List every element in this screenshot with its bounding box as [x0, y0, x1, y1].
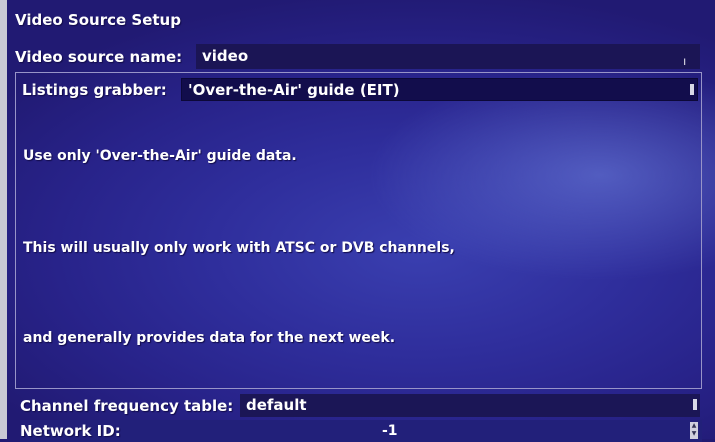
help-text-line: This will usually only work with ATSC or… [23, 240, 455, 256]
text-cursor-icon: I [683, 58, 686, 68]
channel-frequency-table-label: Channel frequency table: [20, 397, 234, 415]
help-text-line: Use only 'Over-the-Air' guide data. [23, 148, 297, 164]
listings-grabber-select[interactable]: 'Over-the-Air' guide (EIT) [181, 78, 698, 101]
spinner-up-icon[interactable]: ▲ [690, 422, 698, 430]
window-frame-left [0, 0, 7, 439]
help-text-line: and generally provides data for the next… [23, 330, 396, 346]
spinner-down-icon[interactable]: ▼ [690, 430, 698, 438]
select-arrow-icon [693, 399, 697, 410]
spinner-arrows-icon[interactable]: ▲ ▼ [690, 422, 698, 439]
listings-grabber-value: 'Over-the-Air' guide (EIT) [188, 81, 400, 99]
network-id-label: Network ID: [20, 422, 121, 440]
channel-frequency-table-value: default [246, 396, 307, 414]
page-title: Video Source Setup [15, 11, 181, 29]
select-arrow-icon [690, 84, 694, 95]
video-source-name-label: Video source name: [15, 48, 183, 66]
listings-grabber-label: Listings grabber: [22, 81, 167, 99]
video-source-name-value: video [202, 47, 249, 65]
channel-frequency-table-select[interactable]: default [240, 394, 700, 417]
video-source-name-field[interactable]: video I [196, 44, 700, 69]
